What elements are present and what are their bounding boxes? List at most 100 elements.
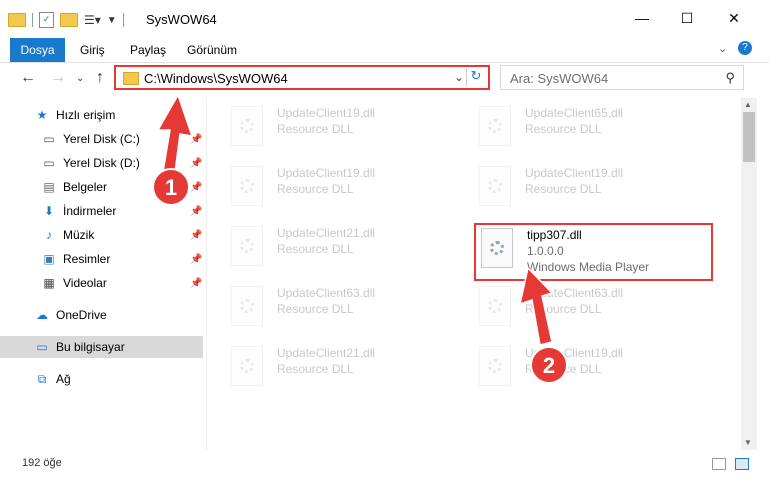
list-item[interactable]: UpdateClient19.dll Resource DLL — [231, 102, 471, 158]
documents-icon: ▤ — [43, 180, 55, 194]
folder-icon — [123, 72, 139, 85]
file-description: Resource DLL — [277, 122, 354, 136]
file-description: Resource DLL — [277, 182, 354, 196]
sidebar-item-label: Belgeler — [63, 180, 108, 194]
list-item[interactable]: UpdateClient21.dll Resource DLL — [231, 342, 471, 398]
pin-icon[interactable]: 📌 — [190, 134, 202, 145]
list-item[interactable]: UpdateClient19.dll Resource DLL — [479, 162, 719, 218]
close-button[interactable]: ✕ — [724, 8, 744, 28]
folder-icon — [8, 13, 26, 27]
sidebar-item-this-pc[interactable]: ▭ Bu bilgisayar — [0, 336, 203, 358]
file-name: UpdateClient19.dll — [525, 346, 624, 360]
pin-icon[interactable]: 📌 — [190, 230, 202, 241]
sidebar-item-label: Yerel Disk (C:) — [63, 132, 140, 146]
address-path[interactable]: C:\Windows\SysWOW64 — [144, 71, 288, 86]
list-item[interactable]: UpdateClient21.dll Resource DLL — [231, 222, 471, 278]
sidebar-item-label: Hızlı erişim — [56, 108, 116, 122]
dll-file-icon — [479, 166, 511, 206]
maximize-button[interactable]: ☐ — [677, 8, 697, 28]
network-icon: ⧉ — [37, 371, 47, 386]
list-item[interactable]: UpdateClient19.dll Resource DLL — [231, 162, 471, 218]
sidebar-item-label: Bu bilgisayar — [56, 340, 125, 354]
tab-file[interactable]: Dosya — [10, 38, 65, 62]
recent-locations-icon[interactable]: ⌄ — [76, 73, 84, 84]
new-folder-icon[interactable] — [60, 13, 78, 27]
drive-icon: ▭ — [43, 132, 55, 146]
list-item[interactable]: UpdateClient63.dll Resource DLL — [231, 282, 471, 338]
tab-view[interactable]: Görünüm — [187, 43, 237, 57]
sidebar-item-quick-access[interactable]: ★ Hızlı erişim — [0, 104, 237, 126]
sidebar-item-network[interactable]: ⧉ Ağ — [0, 368, 237, 390]
item-count: 192 öğe — [22, 457, 62, 469]
tab-share[interactable]: Paylaş — [130, 43, 166, 57]
file-name: UpdateClient19.dll — [277, 166, 376, 180]
sidebar-item-label: Ağ — [56, 372, 71, 386]
up-arrow-icon[interactable]: ↑ — [96, 69, 104, 87]
pin-icon[interactable]: 📌 — [190, 158, 202, 169]
file-description: Resource DLL — [525, 182, 602, 196]
back-arrow-icon[interactable]: ← — [20, 69, 36, 87]
file-name: UpdateClient63.dll — [525, 286, 624, 300]
drive-icon: ▭ — [43, 156, 55, 170]
list-item[interactable]: UpdateClient63.dll Resource DLL — [479, 282, 719, 338]
file-name: UpdateClient19.dll — [525, 166, 624, 180]
cloud-icon: ☁ — [36, 308, 48, 322]
search-icon[interactable]: ⚲ — [725, 70, 735, 86]
download-icon: ⬇ — [43, 204, 55, 218]
properties-icon[interactable]: ✓ — [39, 12, 54, 28]
pin-icon[interactable]: 📌 — [190, 206, 202, 217]
scroll-up-icon[interactable]: ▲ — [744, 100, 752, 109]
pin-icon[interactable]: 📌 — [190, 278, 202, 289]
large-icons-view-icon[interactable] — [735, 458, 749, 470]
file-name: UpdateClient21.dll — [277, 226, 376, 240]
sidebar-item-onedrive[interactable]: ☁ OneDrive — [0, 304, 237, 326]
file-highlight-box — [474, 223, 713, 281]
star-icon: ★ — [36, 108, 48, 122]
refresh-icon[interactable]: ↻ — [466, 68, 485, 86]
file-description: Resource DLL — [277, 242, 354, 256]
dll-file-icon — [231, 226, 263, 266]
file-description: Resource DLL — [277, 302, 354, 316]
file-description: Resource DLL — [277, 362, 354, 376]
file-description: Resource DLL — [525, 302, 602, 316]
chevron-down-icon[interactable]: ⌄ — [718, 42, 727, 55]
pin-icon[interactable]: 📌 — [190, 254, 202, 265]
sidebar-item-label: Videolar — [63, 276, 107, 290]
sidebar-item-label: İndirmeler — [63, 204, 117, 218]
dll-file-icon — [479, 286, 511, 326]
window-title: SysWOW64 — [146, 12, 217, 27]
status-bar: 192 öğe — [0, 450, 769, 478]
dll-file-icon — [231, 346, 263, 386]
scroll-thumb[interactable] — [743, 112, 755, 162]
customize-toolbar-icon[interactable]: ▼ — [107, 15, 117, 26]
dll-file-icon — [479, 106, 511, 146]
details-view-icon[interactable] — [712, 458, 726, 470]
file-name: UpdateClient63.dll — [277, 286, 376, 300]
minimize-button[interactable]: — — [632, 8, 652, 28]
sidebar-item-label: Yerel Disk (D:) — [63, 156, 140, 170]
search-input[interactable]: Ara: SysWOW64 ⚲ — [500, 65, 744, 90]
list-item[interactable]: UpdateClient19.dll Resource DLL — [479, 342, 719, 398]
address-bar[interactable]: C:\Windows\SysWOW64 ⌄ ↻ — [114, 65, 490, 90]
file-description: Resource DLL — [525, 362, 602, 376]
scroll-down-icon[interactable]: ▼ — [744, 438, 752, 447]
navigation-bar: ← → ⌄ ↑ C:\Windows\SysWOW64 ⌄ ↻ Ara: Sys… — [0, 63, 769, 95]
separator — [122, 13, 124, 27]
sidebar-item-label: OneDrive — [56, 308, 107, 322]
pin-icon[interactable]: 📌 — [190, 182, 202, 193]
file-name: UpdateClient21.dll — [277, 346, 376, 360]
help-icon[interactable]: ? — [738, 41, 752, 55]
quick-access-toolbar: ✓ ☰▾ ▼ — [8, 11, 124, 29]
vertical-scrollbar[interactable]: ▲ ▼ — [741, 98, 757, 450]
file-name: UpdateClient19.dll — [277, 106, 376, 120]
view-options-icon[interactable]: ☰▾ — [84, 13, 101, 27]
chevron-down-icon[interactable]: ⌄ — [454, 70, 464, 84]
ribbon-tabs: Dosya Giriş Paylaş Görünüm ⌄ ? — [0, 38, 769, 63]
list-item[interactable]: UpdateClient65.dll Resource DLL — [479, 102, 719, 158]
search-placeholder: Ara: SysWOW64 — [510, 71, 609, 86]
pictures-icon: ▣ — [43, 252, 55, 266]
tab-home[interactable]: Giriş — [80, 43, 105, 57]
navigation-pane: ★ Hızlı erişim ▭ Yerel Disk (C:) 📌 ▭ Yer… — [0, 98, 207, 450]
forward-arrow-icon[interactable]: → — [50, 69, 66, 87]
dll-file-icon — [231, 106, 263, 146]
